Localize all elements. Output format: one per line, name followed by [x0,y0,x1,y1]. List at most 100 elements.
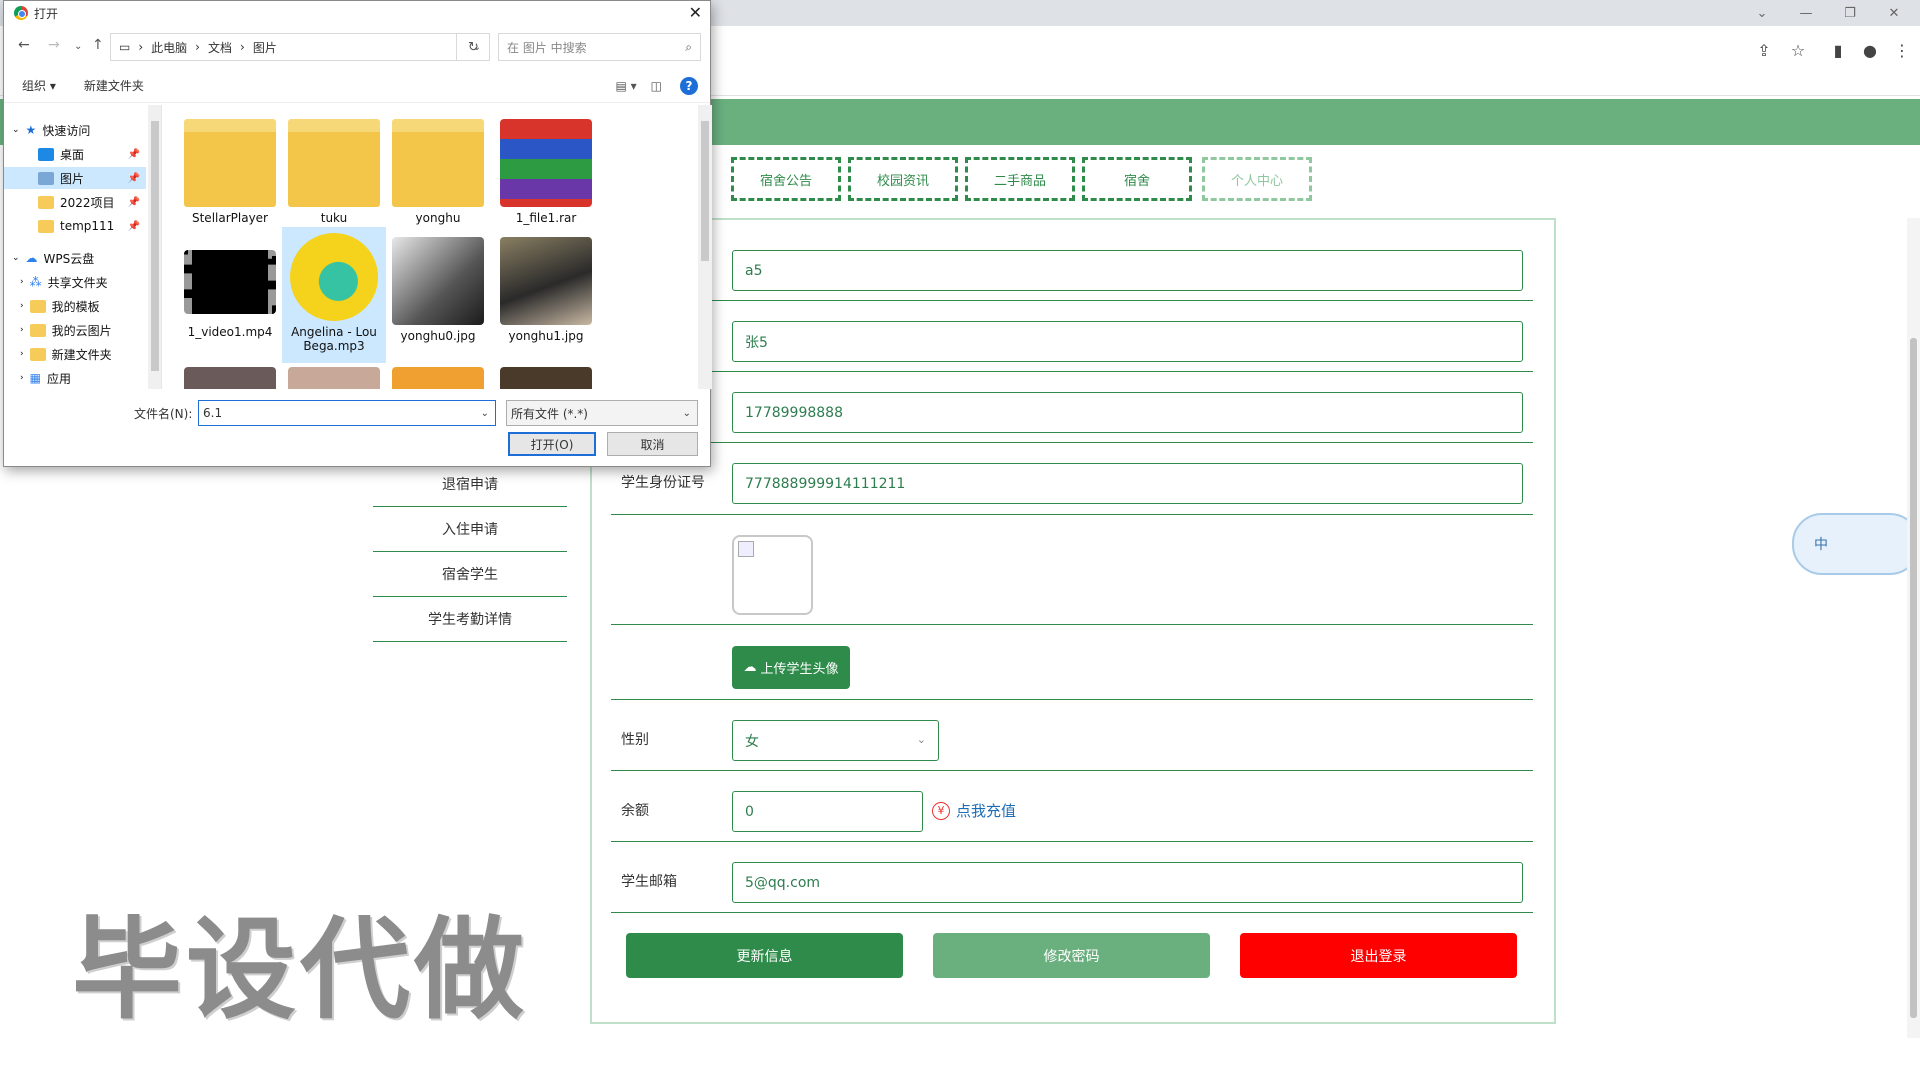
tree-item-pictures[interactable]: 图片 📌 [4,167,146,189]
chevron-right-icon: › [20,301,24,311]
tree-item-new-folder[interactable]: › 新建文件夹 [20,343,112,365]
tree-item-temp111[interactable]: temp111 📌 [4,215,146,237]
nav-tab-campus-news[interactable]: 校园资讯 [848,157,958,201]
filename-input[interactable]: 6.1 ⌄ [198,400,496,426]
sidebar-item-checkin[interactable]: 入住申请 [373,507,567,552]
file-name: StellarPlayer [191,211,268,225]
ime-indicator[interactable]: 中 [1792,513,1920,575]
folder-icon [392,119,484,207]
email-field[interactable]: 5@qq.com [732,862,1523,903]
forward-arrow-icon[interactable]: → [48,37,60,53]
file-item-mp3[interactable]: Angelina - Lou Bega.mp3 [282,227,386,363]
nav-tab-second-hand[interactable]: 二手商品 [965,157,1075,201]
side-panel-icon[interactable]: ▮ [1826,38,1850,62]
breadcrumb-pictures[interactable]: 图片 [253,39,277,56]
scrollbar-thumb[interactable] [1910,338,1917,1018]
cancel-button[interactable]: 取消 [607,432,698,456]
up-arrow-icon[interactable]: ↑ [92,37,104,53]
broken-image-icon [738,541,754,557]
scrollbar-thumb[interactable] [151,121,159,371]
share-icon[interactable]: ⇪ [1752,38,1776,62]
tree-item-my-templates[interactable]: › 我的模板 [20,295,100,317]
balance-field[interactable]: 0 [732,791,923,832]
upload-avatar-button[interactable]: ☁ 上传学生头像 [732,646,850,689]
gender-select[interactable]: 女 ⌄ [732,720,939,761]
file-open-dialog: 打开 ✕ ← → ⌄ ↑ ▭ › 此电脑 › 文档 › 图片 ⌄ ↻ 在 图片 … [3,0,712,467]
close-icon[interactable]: ✕ [689,3,702,22]
search-input[interactable]: 在 图片 中搜索 ⌕ [498,33,701,61]
tree-item-my-cloud-pictures[interactable]: › 我的云图片 [20,319,112,341]
files-scrollbar[interactable] [698,105,712,389]
nav-tab-announcements[interactable]: 宿舍公告 [731,157,841,201]
tree-item-quick-access[interactable]: ⌄ ★ 快速访问 [12,119,90,141]
recharge-link[interactable]: ¥ 点我充值 [932,800,1016,821]
menu-icon[interactable]: ⋮ [1890,38,1914,62]
yen-icon: ¥ [932,801,950,820]
nav-tab-dorm[interactable]: 宿舍 [1082,157,1192,201]
sidebar-item-dorm-students[interactable]: 宿舍学生 [373,552,567,597]
breadcrumb-separator: › [240,40,245,54]
page-scrollbar[interactable] [1907,218,1920,1038]
breadcrumb-documents[interactable]: 文档 [208,39,232,56]
chevron-right-icon: › [20,277,24,287]
navigation-tree: ⌄ ★ 快速访问 桌面 📌 图片 📌 2022项目 📌 temp111 📌 ⌄ ☁ WPS云盘 … [4,105,162,389]
open-button[interactable]: 打开(O) [508,432,596,456]
minimize-icon[interactable]: — [1784,0,1828,26]
tree-label: 我的模板 [51,299,100,314]
tree-scrollbar[interactable] [148,105,161,389]
id-number-field[interactable]: 777888999914111211 [732,463,1523,504]
help-icon[interactable]: ? [680,76,698,95]
file-item-yonghu[interactable]: yonghu [386,113,490,225]
organize-button[interactable]: 组织 ▾ [22,77,56,94]
row-divider [611,770,1533,771]
photo-thumbnail [392,237,484,325]
file-item-yonghu0[interactable]: yonghu0.jpg [386,231,490,343]
tree-label: 新建文件夹 [51,347,112,362]
view-options-icon[interactable]: ▤ ▾ [615,79,636,93]
chevron-down-icon[interactable]: ⌄ [481,408,489,419]
nav-tab-personal-center[interactable]: 个人中心 [1202,157,1312,201]
pin-icon: 📌 [127,172,140,184]
photo-thumbnail [500,367,592,389]
chevron-right-icon: › [20,325,24,335]
folder-icon [38,195,54,209]
change-password-button[interactable]: 修改密码 [933,933,1210,978]
file-item-yonghu1[interactable]: yonghu1.jpg [494,231,598,343]
sidebar-item-attendance[interactable]: 学生考勤详情 [373,597,567,642]
logout-button[interactable]: 退出登录 [1240,933,1517,978]
name-field[interactable]: 张5 [732,321,1523,362]
file-item-stellarplayer[interactable]: StellarPlayer [178,113,282,225]
refresh-icon[interactable]: ↻ [456,33,490,61]
filename-label: 文件名(N): [134,407,193,421]
back-arrow-icon[interactable]: ← [18,37,30,53]
sidebar-item-checkout[interactable]: 退宿申请 [373,462,567,507]
file-item-video[interactable]: 1_video1.mp4 [178,231,282,339]
close-window-icon[interactable]: ✕ [1872,0,1916,26]
scrollbar-thumb[interactable] [701,121,709,261]
breadcrumb-this-pc[interactable]: 此电脑 [151,39,187,56]
restore-icon[interactable]: ❐ [1828,0,1872,26]
file-item-rar[interactable]: 1_file1.rar [494,113,598,225]
breadcrumb[interactable]: ▭ › 此电脑 › 文档 › 图片 ⌄ [110,33,490,61]
search-placeholder: 在 图片 中搜索 [507,40,587,55]
tree-label: 快速访问 [42,123,91,138]
id-number-label: 学生身份证号 [621,475,705,491]
profile-icon[interactable]: ● [1858,38,1882,62]
update-info-button[interactable]: 更新信息 [626,933,903,978]
file-item-tuku[interactable]: tuku [282,113,386,225]
phone-field[interactable]: 17789998888 [732,392,1523,433]
tree-item-apps[interactable]: › ▦ 应用 [20,367,71,389]
tab-search-icon[interactable]: ⌄ [1740,0,1784,26]
preview-pane-icon[interactable]: ◫ [651,79,662,93]
recent-chevron-icon[interactable]: ⌄ [74,41,82,52]
filetype-select[interactable]: 所有文件 (*.*) ⌄ [506,400,698,426]
tree-item-shared-folder[interactable]: › ⁂ 共享文件夹 [20,271,108,293]
breadcrumb-separator: › [138,40,144,54]
new-folder-button[interactable]: 新建文件夹 [84,77,144,94]
tree-item-wps-cloud[interactable]: ⌄ ☁ WPS云盘 [12,247,94,269]
file-name: yonghu1.jpg [508,329,584,343]
bookmark-star-icon[interactable]: ☆ [1786,38,1810,62]
tree-item-2022-project[interactable]: 2022项目 📌 [4,191,146,213]
account-field[interactable]: a5 [732,250,1523,291]
tree-item-desktop[interactable]: 桌面 📌 [4,143,146,165]
